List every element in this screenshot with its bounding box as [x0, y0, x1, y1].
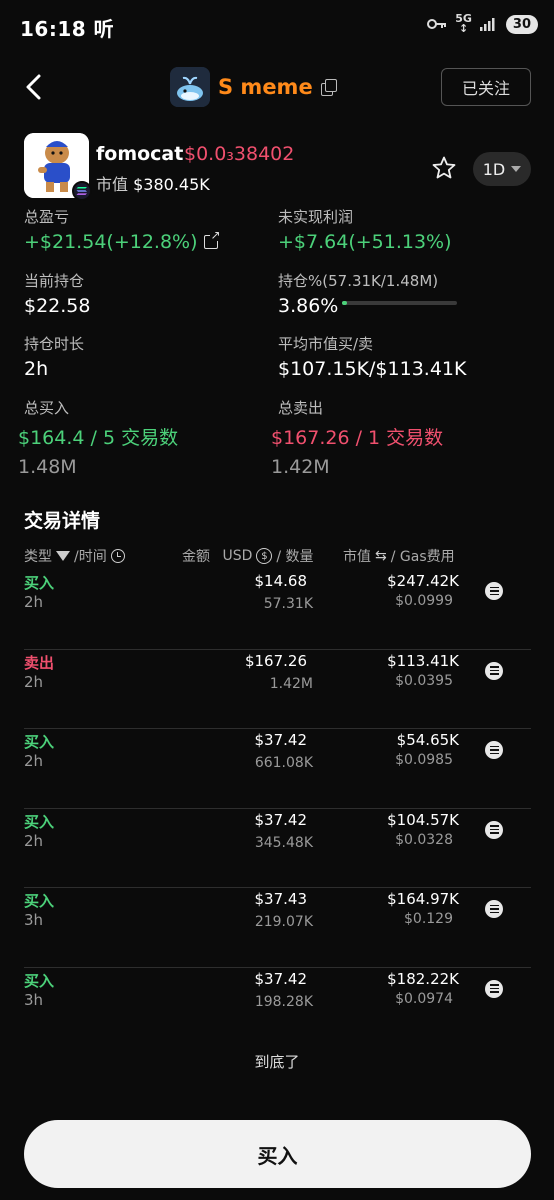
copy-icon[interactable] — [320, 79, 337, 96]
trade-amount: $37.42 — [254, 969, 308, 988]
buy-button[interactable]: 买入 — [24, 1120, 531, 1188]
total-sell: 总卖出 — [278, 399, 324, 417]
period-selector[interactable]: 1D — [473, 152, 531, 186]
trade-quantity: 661.08K — [254, 755, 313, 771]
holding-percent: 持仓%(57.31K/1.48M) 3.86% — [278, 272, 439, 317]
menu-icon[interactable] — [485, 741, 503, 759]
battery-indicator: 30 — [505, 14, 538, 34]
top-bar: S meme 已关注 — [0, 62, 554, 112]
total-buy-value: $164.4 / 5 交易数 1.48M — [18, 427, 179, 478]
external-link-icon[interactable] — [203, 229, 221, 249]
star-icon[interactable] — [431, 155, 457, 181]
holding-progress-fill — [342, 301, 347, 305]
signal-icon — [479, 18, 495, 31]
trade-time: 3h — [24, 911, 44, 929]
col-type-time[interactable]: 类型 /时间 — [24, 546, 125, 566]
trade-gas: $0.0974 — [395, 990, 453, 1007]
holding-duration: 持仓时长 2h — [24, 335, 85, 380]
network-indicator: 5G ↕ — [455, 12, 472, 35]
token-header: fomocat $0.0₃38402 市值 $380.45K 1D — [24, 133, 534, 203]
trade-mcap: $54.65K — [396, 731, 459, 749]
trade-type: 买入 — [24, 733, 55, 751]
current-holding: 当前持仓 $22.58 — [24, 272, 91, 317]
trade-amount: $37.43 — [254, 890, 308, 908]
status-time: 16:18 听 — [20, 17, 115, 41]
menu-icon[interactable] — [485, 661, 503, 680]
trade-quantity: 57.31K — [263, 596, 313, 612]
trade-row[interactable]: 买入 3h $37.42 198.28K $182.22K $0.0974 — [24, 968, 531, 1048]
whale-logo-icon — [170, 67, 210, 107]
trade-amount: $37.42 — [254, 810, 308, 829]
caret-down-icon — [511, 166, 522, 172]
col-amount-qty[interactable]: 金额 USD $ / 数量 — [182, 546, 314, 566]
status-bar: 16:18 听 5G ↕ 30 — [0, 0, 554, 52]
holding-progress-bar — [342, 301, 457, 305]
trade-row[interactable]: 买入 2h $14.68 57.31K $247.42K $0.0999 — [24, 570, 531, 650]
trade-type: 买入 — [24, 892, 55, 910]
trade-time: 2h — [24, 831, 44, 850]
back-button[interactable] — [18, 70, 52, 104]
trade-row[interactable]: 买入 3h $37.43 219.07K $164.97K $0.129 — [24, 888, 531, 968]
trade-mcap: $182.22K — [387, 969, 459, 988]
trade-quantity: 198.28K — [254, 993, 313, 1010]
trade-gas: $0.129 — [404, 911, 453, 927]
clock-icon[interactable] — [110, 549, 125, 563]
chevron-left-icon — [26, 74, 41, 100]
trade-quantity: 345.48K — [254, 834, 313, 851]
total-pnl: 总盈亏 +$21.54(+12.8%) — [24, 206, 221, 253]
trade-quantity: 1.42M — [269, 675, 313, 692]
trade-type: 买入 — [24, 574, 55, 592]
menu-icon[interactable] — [485, 979, 503, 998]
token-name: fomocat — [96, 143, 184, 165]
trade-row[interactable]: 买入 2h $37.42 345.48K $104.57K $0.0328 — [24, 809, 531, 888]
menu-icon[interactable] — [485, 582, 503, 600]
trade-quantity: 219.07K — [254, 914, 313, 930]
trade-amount: $167.26 — [244, 651, 307, 670]
follow-button[interactable]: 已关注 — [441, 68, 531, 106]
trade-mcap: $104.57K — [387, 810, 459, 829]
menu-icon[interactable] — [485, 820, 503, 839]
trade-mcap: $113.41K — [387, 651, 459, 670]
key-icon — [427, 19, 447, 29]
market-cap: 市值 $380.45K — [96, 175, 210, 194]
trade-amount: $37.42 — [254, 731, 308, 749]
trade-gas: $0.0328 — [395, 831, 453, 848]
col-mcap-gas[interactable]: 市值 ⇆ / Gas费用 — [343, 546, 455, 566]
total-pnl-value: +$21.54(+12.8%) — [24, 231, 198, 253]
dollar-icon[interactable]: $ — [256, 548, 273, 564]
total-buy: 总买入 — [24, 399, 70, 417]
token-price: $0.0₃38402 — [184, 143, 295, 165]
trade-type: 买入 — [24, 812, 55, 831]
swap-icon[interactable]: ⇆ — [375, 548, 387, 564]
title-group: S meme — [170, 67, 337, 107]
trade-gas: $0.0999 — [395, 593, 453, 609]
trade-gas: $0.0985 — [395, 752, 453, 768]
trade-row[interactable]: 买入 2h $37.42 661.08K $54.65K $0.0985 — [24, 729, 531, 809]
total-sell-value: $167.26 / 1 交易数 1.42M — [271, 427, 444, 478]
end-of-list: 到底了 — [254, 1053, 300, 1071]
trade-type: 卖出 — [24, 653, 55, 672]
trade-time: 3h — [24, 990, 44, 1009]
filter-icon[interactable] — [56, 551, 70, 561]
avg-mcap: 平均市值买/卖 $107.15K/$113.41K — [278, 335, 467, 380]
unrealized-profit: 未实现利润 +$7.64(+51.13%) — [278, 208, 452, 253]
trade-amount: $14.68 — [254, 572, 308, 590]
trade-time: 2h — [24, 752, 44, 770]
trade-mcap: $164.97K — [387, 890, 459, 908]
trade-mcap: $247.42K — [387, 572, 459, 590]
trade-row[interactable]: 卖出 2h $167.26 1.42M $113.41K $0.0395 — [24, 650, 531, 729]
solana-chain-icon — [72, 181, 92, 201]
trade-gas: $0.0395 — [395, 672, 453, 689]
status-icons: 5G ↕ 30 — [427, 12, 538, 35]
trade-time: 2h — [24, 672, 44, 691]
section-title: 交易详情 — [24, 510, 101, 532]
menu-icon[interactable] — [485, 900, 503, 918]
page-title: S meme — [218, 75, 313, 99]
trade-type: 买入 — [24, 971, 55, 990]
trade-list: 买入 2h $14.68 57.31K $247.42K $0.0999 卖出 2h $167.… — [24, 570, 531, 1047]
trade-time: 2h — [24, 593, 44, 611]
